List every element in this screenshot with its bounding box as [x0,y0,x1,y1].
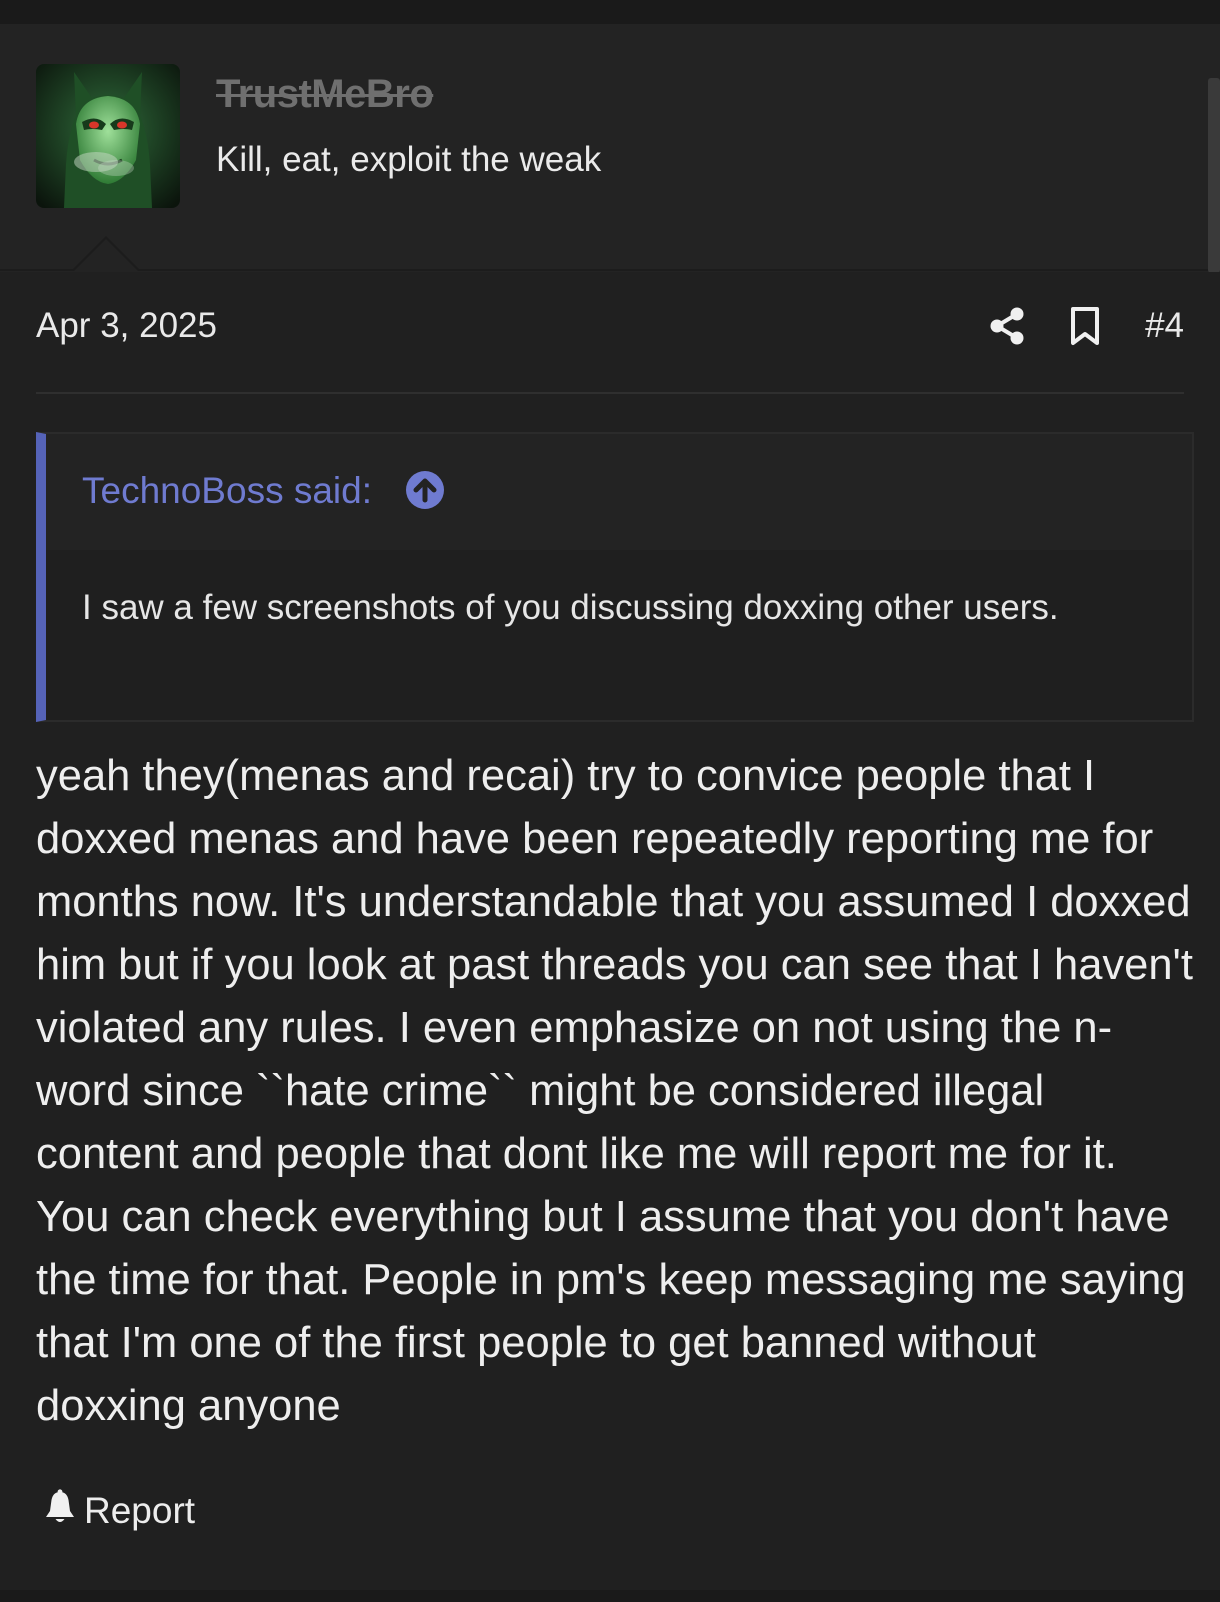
post-divider [36,392,1184,394]
scrollbar-thumb[interactable] [1208,78,1220,273]
report-button[interactable]: Report [44,1487,195,1535]
username[interactable]: TrustMeBro [216,72,434,117]
report-label: Report [84,1490,196,1531]
quote-block: TechnoBoss said: I saw a few screenshots… [36,432,1194,722]
bookmark-icon[interactable] [1065,304,1105,348]
bell-icon [44,1488,76,1534]
avatar[interactable] [36,64,180,208]
user-title: Kill, eat, exploit the weak [216,140,602,179]
masked-green-hero-avatar-icon [36,64,180,208]
post-user-header [0,24,1220,271]
top-bar [0,0,1220,24]
post-number-link[interactable]: #4 [1145,306,1184,346]
post-date[interactable]: Apr 3, 2025 [36,306,217,346]
bottom-bar [0,1590,1220,1602]
quote-author[interactable]: TechnoBoss said: [82,470,372,512]
post-message: yeah they(menas and recai) try to convic… [36,752,1193,1430]
arrow-up-circle-icon[interactable] [405,470,445,510]
header-caret-fill [74,239,138,271]
share-icon[interactable] [987,304,1027,348]
quote-text: I saw a few screenshots of you discussin… [82,588,1059,627]
post-actions: #4 [987,304,1184,348]
